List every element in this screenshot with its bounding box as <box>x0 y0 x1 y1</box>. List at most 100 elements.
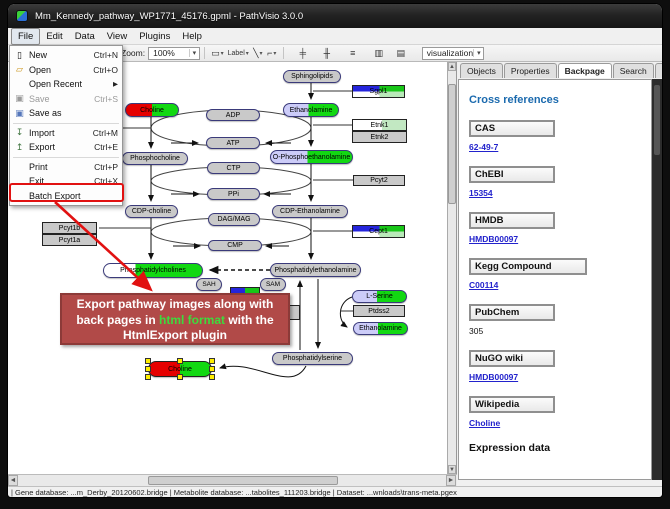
canvas-horizontal-scrollbar[interactable]: ◄ ► <box>8 474 457 486</box>
app-window: Mm_Kennedy_pathway_WP1771_45176.gpml - P… <box>8 4 662 497</box>
menu-data[interactable]: Data <box>69 29 101 44</box>
xref-link-chebi[interactable]: 15354 <box>469 188 493 198</box>
xref-link-nugo[interactable]: HMDB00097 <box>469 372 518 382</box>
node-sah[interactable]: SAH <box>196 278 222 291</box>
node-cdp-choline[interactable]: CDP-choline <box>125 205 178 218</box>
tab-backpage[interactable]: Backpage <box>558 63 612 78</box>
node-l-serine[interactable]: L-Serine <box>352 290 407 303</box>
node-cdp-ethanolamine[interactable]: CDP-Ethanolamine <box>272 205 348 218</box>
canvas-vertical-scrollbar[interactable]: ▲ ▼ <box>448 62 457 474</box>
toolbar-separator <box>283 47 284 59</box>
node-sam[interactable]: SAM <box>260 278 286 291</box>
visualization-dropdown-icon[interactable]: ▾ <box>473 49 484 57</box>
scrollbar-thumb[interactable] <box>448 84 456 204</box>
title-bar[interactable]: Mm_Kennedy_pathway_WP1771_45176.gpml - P… <box>8 4 662 28</box>
zoom-combo[interactable]: 100% ▾ <box>148 47 200 60</box>
node-ethanolamine-lower[interactable]: Ethanolamine <box>353 322 408 335</box>
menu-item-new[interactable]: ▯NewCtrl+N <box>10 48 122 63</box>
node-sphingolipids[interactable]: Sphingolipids <box>283 70 341 83</box>
label-icon: Label <box>228 50 245 57</box>
xref-header: NuGO wiki <box>469 350 555 367</box>
menu-item-export[interactable]: ↥ExportCtrl+E <box>10 140 122 155</box>
menu-plugins[interactable]: Plugins <box>133 29 176 44</box>
menu-item-save[interactable]: ▣SaveCtrl+S <box>10 92 122 107</box>
zoom-dropdown-icon[interactable]: ▾ <box>189 49 200 57</box>
common-height-button[interactable]: ▤ <box>394 47 408 60</box>
node-dag-mag[interactable]: DAG/MAG <box>208 213 260 226</box>
scroll-right-icon[interactable]: ► <box>446 475 456 486</box>
node-ppi[interactable]: PPi <box>207 188 260 200</box>
node-o-phosphoethanolamine[interactable]: O-Phosphoethanolamine <box>270 150 353 164</box>
panel-vertical-scrollbar[interactable] <box>652 79 662 480</box>
menu-view[interactable]: View <box>101 29 133 44</box>
xref-link-wikipedia[interactable]: Choline <box>469 418 500 428</box>
node-ctp[interactable]: CTP <box>207 162 260 174</box>
add-label-button[interactable]: Label▾ <box>226 47 251 60</box>
resize-handle[interactable] <box>177 374 183 380</box>
node-phosphatidylcholines[interactable]: Phosphatidylcholines <box>103 263 203 278</box>
align-center-y-button[interactable]: ╫ <box>320 47 334 60</box>
gene-ptdss2[interactable]: Ptdss2 <box>353 305 405 317</box>
node-cmp[interactable]: CMP <box>208 240 262 251</box>
xref-value-pubchem: 305 <box>469 326 483 336</box>
scroll-left-icon[interactable]: ◄ <box>8 475 18 486</box>
menu-item-open[interactable]: ▱OpenCtrl+O <box>10 63 122 78</box>
resize-handle[interactable] <box>209 358 215 364</box>
gene-pcyt2[interactable]: Pcyt2 <box>353 175 405 186</box>
side-panel-tabs: Objects Properties Backpage Search Legen… <box>458 62 662 78</box>
scrollbar-thumb[interactable] <box>148 476 338 485</box>
resize-handle[interactable] <box>209 374 215 380</box>
visualization-combo[interactable]: visualization ▾ <box>422 47 484 60</box>
xref-header: ChEBI <box>469 166 555 183</box>
menu-item-save-as[interactable]: ▣Save as <box>10 106 122 121</box>
menu-file[interactable]: File <box>11 28 40 45</box>
gene-pcyt1a[interactable]: Pcyt1a <box>42 234 97 246</box>
gene-etnk1[interactable]: Etnk1 <box>352 119 407 131</box>
resize-handle[interactable] <box>145 366 151 372</box>
node-ethanolamine-top[interactable]: Ethanolamine <box>283 103 339 117</box>
menu-help[interactable]: Help <box>176 29 208 44</box>
node-phosphatidylethanolamine[interactable]: Phosphatidylethanolamine <box>270 263 361 277</box>
xref-link-kegg[interactable]: C00114 <box>469 280 498 290</box>
save-as-icon: ▣ <box>13 108 26 119</box>
node-phosphatidylserine[interactable]: Phosphatidylserine <box>272 352 353 365</box>
xref-link-hmdb[interactable]: HMDB00097 <box>469 234 518 244</box>
batch-export-highlight-box <box>9 183 124 202</box>
submenu-arrow-icon: ▶ <box>113 80 118 88</box>
draw-line-button[interactable]: ╲▾ <box>251 47 265 60</box>
resize-handle[interactable] <box>145 374 151 380</box>
resize-handle[interactable] <box>145 358 151 364</box>
distribute-icon: ≡ <box>350 48 355 58</box>
node-choline-top[interactable]: Choline <box>125 103 179 117</box>
tab-properties[interactable]: Properties <box>504 63 557 78</box>
gene-cept1[interactable]: Cept1 <box>352 225 405 238</box>
menu-item-open-recent[interactable]: Open Recent▶ <box>10 77 122 92</box>
gene-pcyt1b[interactable]: Pcyt1b <box>42 222 97 234</box>
node-phosphocholine[interactable]: Phosphocholine <box>122 152 188 165</box>
resize-handle[interactable] <box>209 366 215 372</box>
menu-item-import[interactable]: ↧ImportCtrl+M <box>10 126 122 141</box>
annotation-callout: Export pathway images along with back pa… <box>60 293 290 345</box>
gene-etnk2[interactable]: Etnk2 <box>352 131 407 143</box>
resize-handle[interactable] <box>177 358 183 364</box>
scroll-down-icon[interactable]: ▼ <box>448 465 456 474</box>
scroll-up-icon[interactable]: ▲ <box>448 62 456 71</box>
menu-edit[interactable]: Edit <box>40 29 68 44</box>
distribute-button[interactable]: ≡ <box>346 47 360 60</box>
tab-legend[interactable]: Legend <box>655 63 662 78</box>
scrollbar-thumb[interactable] <box>654 85 660 155</box>
common-width-button[interactable]: ▥ <box>372 47 386 60</box>
tab-objects[interactable]: Objects <box>460 63 503 78</box>
node-atp[interactable]: ATP <box>206 137 260 149</box>
menu-item-print[interactable]: PrintCtrl+P <box>10 160 122 175</box>
gene-sgpl1[interactable]: Sgpl1 <box>352 85 405 98</box>
common-height-icon: ▤ <box>397 48 406 59</box>
draw-connector-button[interactable]: ⌐▾ <box>265 47 279 60</box>
xref-link-cas[interactable]: 62-49-7 <box>469 142 498 152</box>
node-adp[interactable]: ADP <box>206 109 260 121</box>
tab-search[interactable]: Search <box>613 63 654 78</box>
menu-item-label: Export <box>26 142 94 152</box>
align-center-x-button[interactable]: ╪ <box>296 47 310 60</box>
add-datanode-button[interactable]: ▭▾ <box>209 47 226 60</box>
status-text: | Gene database: ...m_Derby_20120602.bri… <box>11 488 457 497</box>
